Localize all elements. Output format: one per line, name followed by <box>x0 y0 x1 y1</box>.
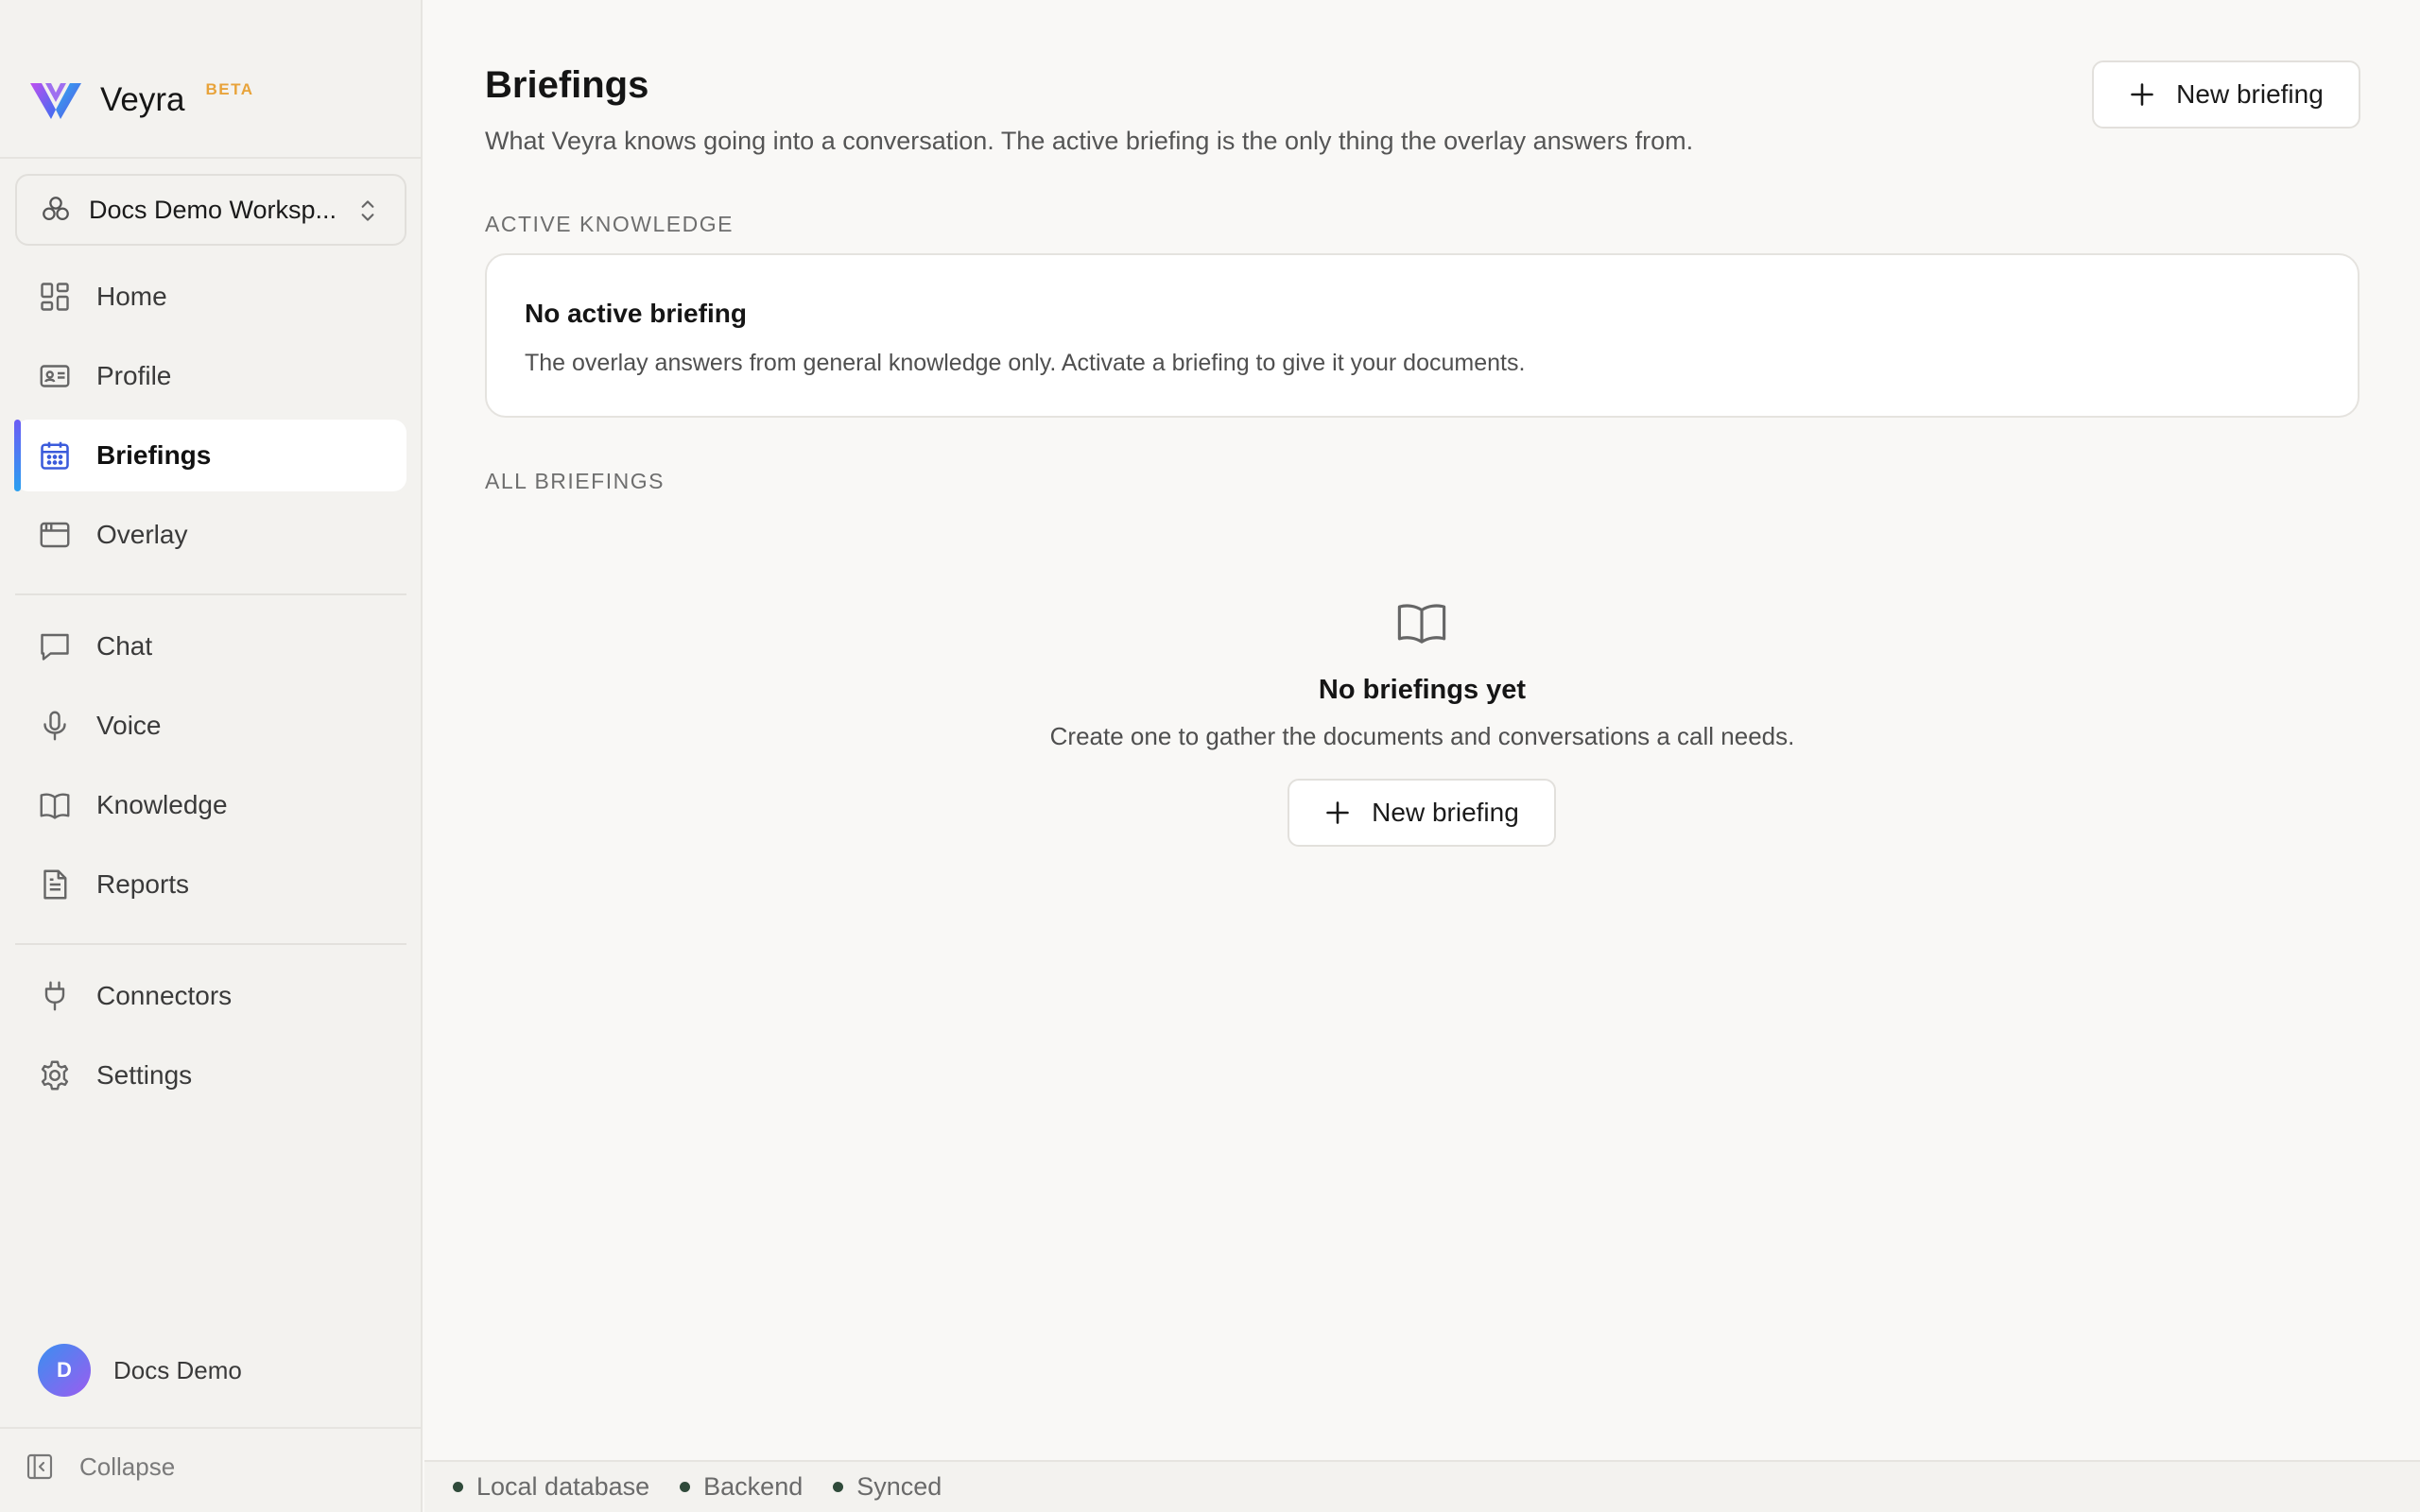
status-backend: Backend <box>680 1472 803 1502</box>
active-knowledge-label: ACTIVE KNOWLEDGE <box>485 212 734 236</box>
sidebar-item-connectors[interactable]: Connectors <box>15 960 406 1032</box>
chat-bubble-icon <box>41 633 69 661</box>
new-briefing-button[interactable]: New briefing <box>2092 60 2360 129</box>
book-icon <box>40 793 70 819</box>
workspace-icon <box>43 197 69 221</box>
status-dot <box>833 1482 844 1492</box>
sidebar-item-home[interactable]: Home <box>15 261 406 333</box>
sidebar-item-voice[interactable]: Voice <box>15 690 406 762</box>
new-briefing-label: New briefing <box>2176 79 2324 109</box>
sidebar-item-label: Briefings <box>96 440 212 470</box>
sidebar-divider <box>0 157 423 159</box>
active-briefing-card: No active briefing The overlay answers f… <box>485 253 2360 418</box>
status-label: Synced <box>856 1472 942 1501</box>
empty-new-briefing-button[interactable]: New briefing <box>1288 779 1556 847</box>
sidebar-item-label: Knowledge <box>96 790 228 819</box>
sidebar-item-briefings[interactable]: Briefings <box>14 420 406 491</box>
plus-icon <box>2131 83 2153 106</box>
sidebar-collapse-icon <box>26 1453 53 1480</box>
collapse-button[interactable]: Collapse <box>25 1452 175 1482</box>
sidebar-divider <box>0 1427 423 1429</box>
page-title: Briefings <box>485 64 649 106</box>
all-briefings-label: ALL BRIEFINGS <box>485 469 665 493</box>
sidebar-item-label: Profile <box>96 361 172 390</box>
sidebar-item-label: Overlay <box>96 520 188 549</box>
window-icon <box>40 522 70 548</box>
user-name: Docs Demo <box>113 1355 242 1384</box>
sidebar-item-profile[interactable]: Profile <box>15 340 406 412</box>
sidebar-item-label: Home <box>96 282 167 311</box>
nav-divider <box>15 593 406 595</box>
brand[interactable]: Veyra BETA <box>28 79 254 121</box>
user-profile[interactable]: D Docs Demo <box>38 1344 242 1397</box>
main-content: Briefings What Veyra knows going into a … <box>424 0 2420 1460</box>
chevron-up-down-icon <box>361 200 374 221</box>
empty-state-text: Create one to gather the documents and c… <box>1049 722 1795 750</box>
workspace-switcher[interactable]: Docs Demo Worksp... <box>15 174 406 246</box>
workspace-name: Docs Demo Worksp... <box>89 195 337 224</box>
empty-state-title: No briefings yet <box>1318 675 1527 705</box>
status-dot <box>680 1482 691 1492</box>
empty-new-briefing-label: New briefing <box>1372 798 1519 827</box>
sidebar-item-label: Reports <box>96 869 190 899</box>
gear-icon <box>41 1060 69 1091</box>
sidebar-item-overlay[interactable]: Overlay <box>15 499 406 571</box>
plus-icon <box>1326 801 1349 824</box>
sidebar-item-settings[interactable]: Settings <box>15 1040 406 1111</box>
document-icon <box>43 869 67 900</box>
active-briefing-title: No active briefing <box>525 299 747 328</box>
status-local-database: Local database <box>453 1472 649 1502</box>
calendar-icon <box>41 441 69 470</box>
veyra-logo-icon <box>30 83 81 119</box>
page-subtitle: What Veyra knows going into a conversati… <box>485 127 1694 155</box>
grid-icon <box>41 283 69 311</box>
plug-icon <box>44 981 65 1011</box>
sidebar: Veyra BETA Docs Demo Worksp... Home Prof… <box>0 0 423 1512</box>
status-bar: Local database Backend Synced <box>424 1460 2420 1512</box>
status-dot <box>453 1482 463 1492</box>
book-icon <box>1397 604 1446 644</box>
sidebar-item-label: Chat <box>96 631 153 661</box>
beta-badge: BETA <box>205 80 254 98</box>
status-synced: Synced <box>833 1472 942 1502</box>
sidebar-item-label: Connectors <box>96 981 233 1010</box>
brand-name: Veyra <box>100 81 185 118</box>
status-label: Local database <box>476 1472 650 1501</box>
active-briefing-text: The overlay answers from general knowled… <box>525 350 1526 376</box>
status-label: Backend <box>703 1472 804 1501</box>
id-card-icon <box>40 365 70 387</box>
sidebar-item-chat[interactable]: Chat <box>15 610 406 682</box>
sidebar-item-label: Settings <box>96 1060 193 1090</box>
sidebar-item-knowledge[interactable]: Knowledge <box>15 769 406 841</box>
avatar: D <box>38 1344 91 1397</box>
microphone-icon <box>43 711 66 741</box>
sidebar-item-reports[interactable]: Reports <box>15 849 406 920</box>
nav-divider <box>15 943 406 945</box>
active-indicator <box>14 420 21 491</box>
collapse-label: Collapse <box>79 1452 176 1481</box>
sidebar-item-label: Voice <box>96 711 162 740</box>
